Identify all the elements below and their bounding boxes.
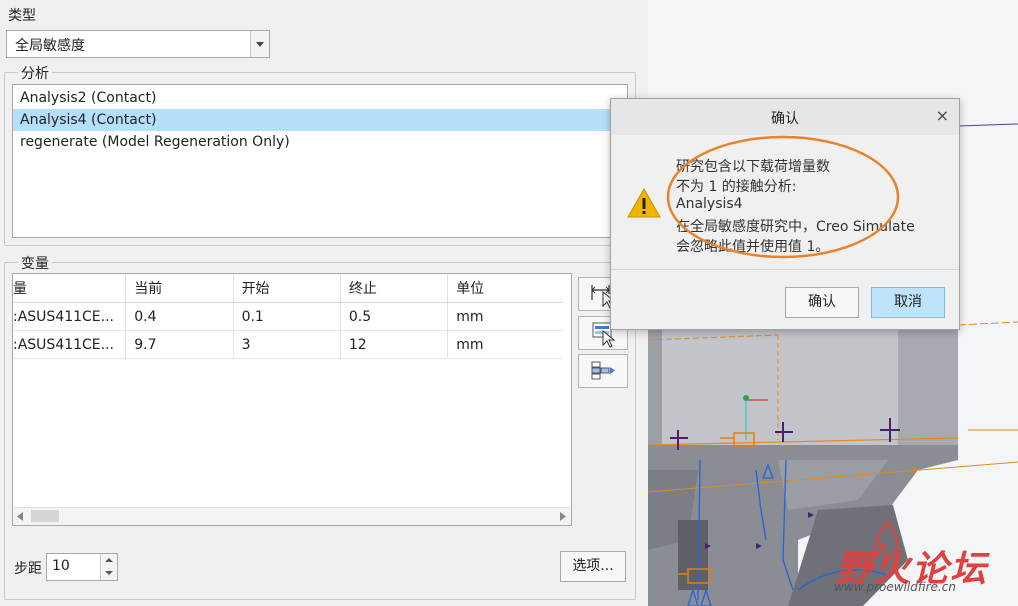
list-item-regenerate[interactable]: regenerate (Model Regeneration Only) bbox=[13, 131, 627, 153]
table-cell[interactable]: 0.5 bbox=[340, 302, 449, 331]
cancel-button[interactable]: 取消 bbox=[871, 287, 945, 318]
column-header-start[interactable]: 开始 bbox=[233, 274, 341, 303]
table-move-icon bbox=[591, 361, 615, 380]
spinner-up-button[interactable] bbox=[100, 554, 117, 568]
options-button[interactable]: 选项... bbox=[560, 551, 626, 582]
spinner-down-button[interactable] bbox=[100, 567, 117, 580]
variables-table[interactable]: 量 当前 开始 终止 单位 :ASUS411CE... 0.4 0.1 0.5 … bbox=[12, 273, 572, 526]
variables-group-title: 变量 bbox=[18, 253, 52, 273]
table-cell[interactable]: 12 bbox=[340, 330, 449, 359]
confirm-button[interactable]: 确认 bbox=[785, 287, 859, 318]
dialog-title: 确认 bbox=[771, 111, 799, 127]
type-combobox-value: 全局敏感度 bbox=[15, 38, 85, 54]
close-icon[interactable]: × bbox=[936, 106, 949, 125]
dialog-title-bar[interactable]: 确认 × bbox=[611, 99, 959, 135]
list-item-analysis2[interactable]: Analysis2 (Contact) bbox=[13, 87, 627, 109]
table-cell[interactable]: 3 bbox=[233, 330, 341, 359]
table-row[interactable]: :ASUS411CE... 0.4 0.1 0.5 mm bbox=[13, 302, 563, 331]
table-cell[interactable]: mm bbox=[447, 302, 563, 331]
table-cell[interactable]: :ASUS411CE... bbox=[13, 302, 127, 331]
table-cell[interactable]: mm bbox=[447, 330, 563, 359]
watermark-url: www.proewildfire.cn bbox=[834, 580, 956, 594]
chevron-down-icon bbox=[256, 42, 264, 47]
steps-label: 步距 bbox=[14, 561, 42, 577]
list-item-analysis4[interactable]: Analysis4 (Contact) bbox=[13, 109, 627, 131]
forum-watermark: 野火论坛 www.proewildfire.cn bbox=[830, 520, 1010, 600]
scroll-right-arrow-icon[interactable] bbox=[559, 512, 567, 521]
combobox-dropdown-button[interactable] bbox=[250, 31, 269, 57]
column-header-quantity[interactable]: 量 bbox=[13, 274, 127, 303]
scroll-left-arrow-icon[interactable] bbox=[17, 512, 25, 521]
warning-icon bbox=[627, 187, 661, 218]
highlight-ellipse bbox=[666, 135, 900, 259]
table-cell[interactable]: 9.7 bbox=[125, 330, 234, 359]
table-cell[interactable]: 0.4 bbox=[125, 302, 234, 331]
type-label: 类型 bbox=[8, 8, 36, 24]
horizontal-scrollbar[interactable] bbox=[13, 507, 571, 525]
type-combobox[interactable]: 全局敏感度 bbox=[6, 30, 270, 58]
dialog-divider bbox=[611, 269, 959, 270]
remove-variable-button[interactable] bbox=[578, 354, 628, 388]
chevron-up-icon bbox=[105, 558, 113, 562]
analysis-group-title: 分析 bbox=[18, 63, 52, 83]
table-cell[interactable]: :ASUS411CE... bbox=[13, 330, 127, 359]
column-header-current[interactable]: 当前 bbox=[125, 274, 234, 303]
analysis-listbox[interactable]: Analysis2 (Contact) Analysis4 (Contact) … bbox=[12, 84, 628, 238]
table-row[interactable]: :ASUS411CE... 9.7 3 12 mm bbox=[13, 330, 563, 359]
steps-spinner[interactable]: 10 bbox=[46, 553, 118, 581]
table-cell[interactable]: 0.1 bbox=[233, 302, 341, 331]
sensitivity-study-panel: 类型 全局敏感度 分析 Analysis2 (Contact) Analysis… bbox=[0, 0, 648, 606]
confirm-dialog: 确认 × 研究包含以下载荷增量数 不为 1 的接触分析: Analysis4 在… bbox=[610, 98, 960, 330]
chevron-down-icon bbox=[105, 571, 113, 575]
steps-value: 10 bbox=[52, 558, 70, 574]
column-header-end[interactable]: 终止 bbox=[340, 274, 449, 303]
table-header-row: 量 当前 开始 终止 单位 bbox=[13, 274, 563, 303]
scrollbar-thumb[interactable] bbox=[31, 510, 59, 522]
column-header-unit[interactable]: 单位 bbox=[447, 274, 563, 303]
